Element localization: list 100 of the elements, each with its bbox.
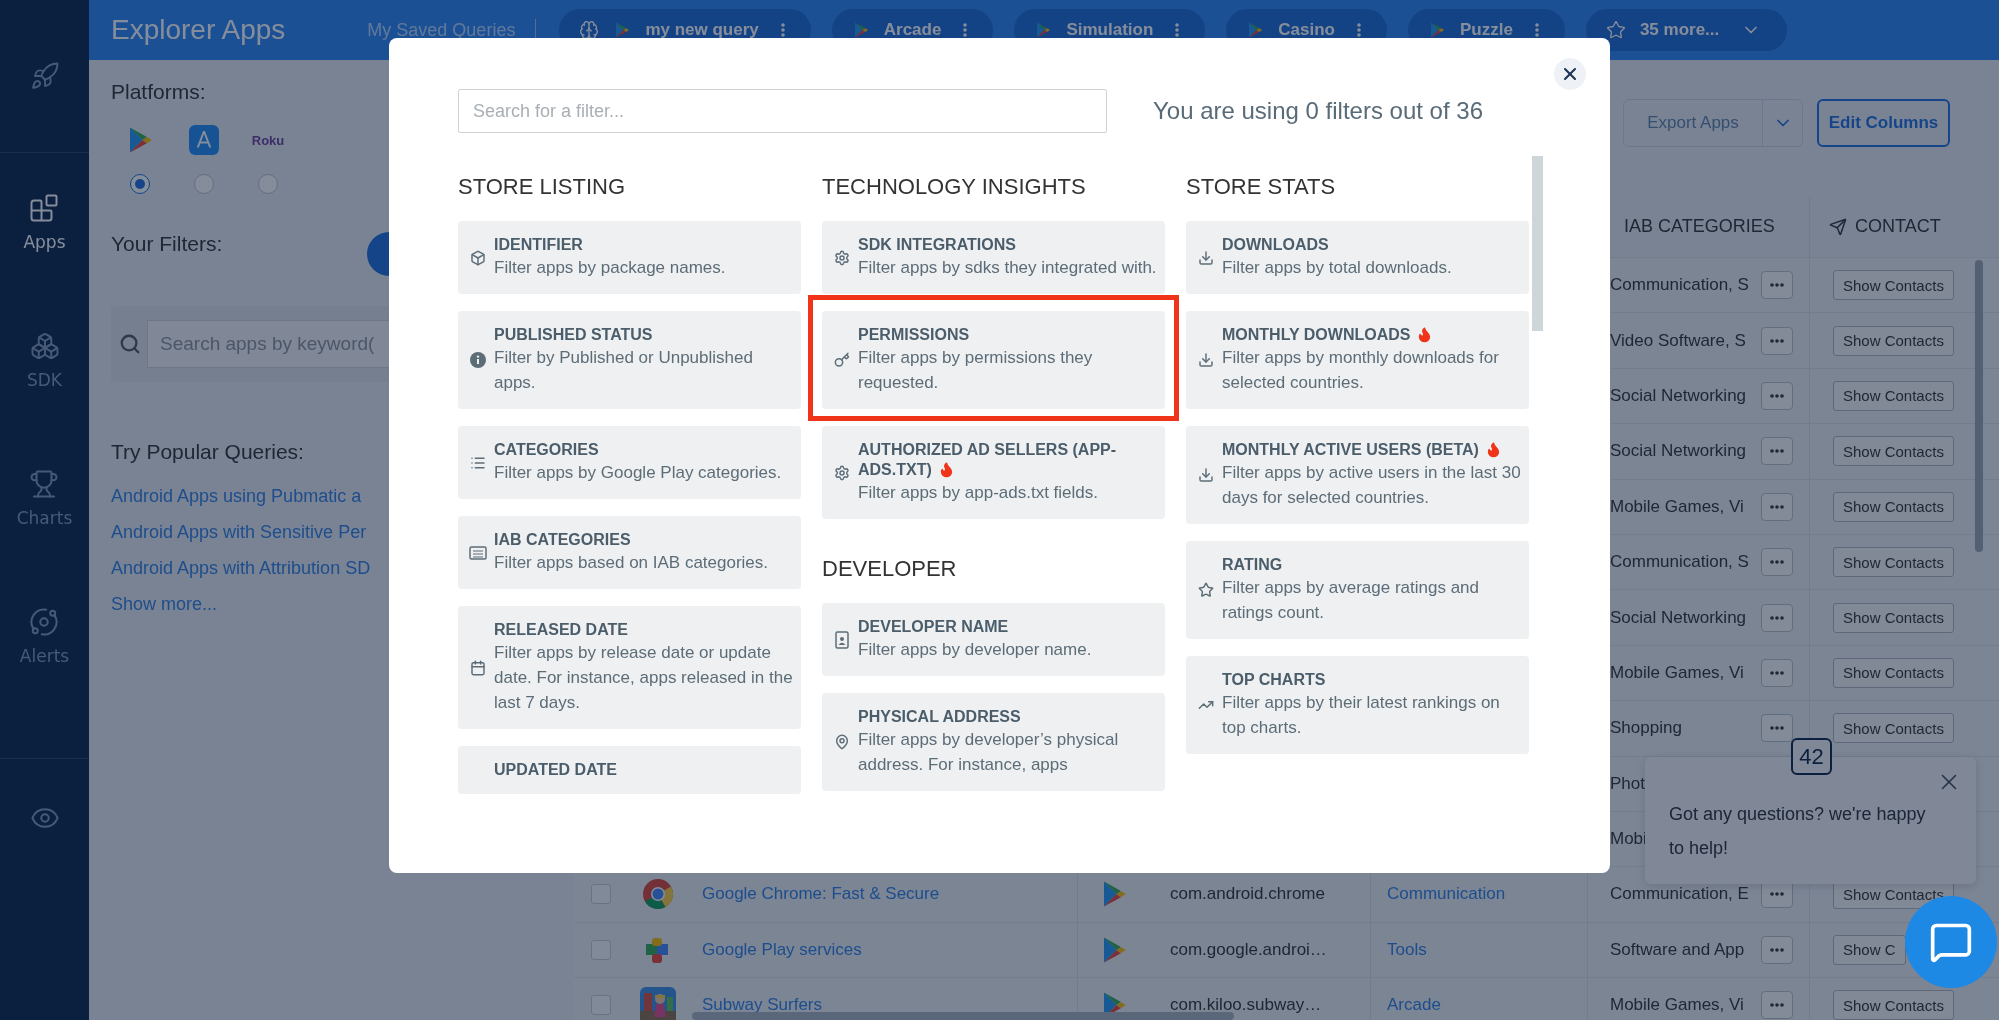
filter-card[interactable]: PUBLISHED STATUS Filter by Published or Unpublished apps. (458, 311, 801, 409)
checkbox[interactable] (591, 884, 611, 905)
more-button[interactable] (1761, 658, 1793, 687)
gear-icon (834, 249, 850, 266)
filter-card[interactable]: DEVELOPER NAME Filter apps by developer name. (822, 603, 1165, 676)
app-name-link[interactable]: Google Chrome: Fast & Secure (702, 884, 940, 905)
show-contacts-button[interactable]: Show Contacts (1833, 602, 1954, 633)
checkbox[interactable] (591, 995, 611, 1016)
more-button[interactable] (1761, 326, 1793, 355)
show-contacts-button[interactable]: Show Contacts (1833, 270, 1954, 301)
google-play-icon (1428, 21, 1446, 39)
ellipsis-icon (1770, 504, 1784, 509)
table-cell: Software and App (1610, 939, 1745, 960)
more-button[interactable] (1761, 381, 1793, 410)
filter-card[interactable]: CATEGORIES Filter apps by Google Play categories. (458, 426, 801, 499)
show-contacts-button[interactable]: Show Contacts (1833, 713, 1954, 744)
filter-description: Filter apps by release date or update date. For instance, apps released in the last 7 days. (494, 642, 793, 714)
filter-description: Filter apps by permissions they requested. (858, 347, 1094, 394)
filter-title: RELEASED DATE (494, 621, 628, 638)
filter-description: Filter apps by app-ads.txt fields. (858, 482, 1099, 504)
more-button[interactable] (1761, 437, 1793, 466)
filter-description: Filter apps by developer name. (858, 639, 1092, 661)
filter-description: Filter apps by their latest rankings on top charts. (1222, 692, 1501, 739)
filter-card[interactable]: IDENTIFIER Filter apps by package names. (458, 221, 801, 294)
ellipsis-icon (1770, 947, 1784, 952)
blocks-icon (29, 193, 60, 223)
query-link[interactable]: Android Apps using Pubmatic a (111, 478, 362, 514)
category-link[interactable]: Arcade (1387, 995, 1441, 1016)
app-name-link[interactable]: Subway Surfers (702, 995, 822, 1016)
filter-card[interactable]: PHYSICAL ADDRESS Filter apps by developer’s physical address. For instance, apps (822, 693, 1165, 791)
category-link[interactable]: Tools (1387, 939, 1427, 960)
filter-title: MONTHLY DOWNLOADS (1222, 326, 1411, 343)
notification-badge: 42 (1791, 738, 1832, 775)
more-button[interactable] (1761, 935, 1793, 964)
filter-card[interactable]: DOWNLOADS Filter apps by total downloads. (1186, 221, 1529, 294)
show-contacts-button[interactable]: Show Contacts (1833, 380, 1954, 411)
star-icon (1198, 582, 1214, 598)
radio-button[interactable] (194, 174, 214, 194)
filter-title: SDK INTEGRATIONS (858, 236, 1016, 253)
filter-card[interactable]: RELEASED DATE Filter apps by release date or update date. For instance, apps released in the last 7 days. (458, 606, 801, 729)
column-header: CONTACT (1855, 216, 1941, 237)
show-contacts-button[interactable]: Show Contacts (1833, 547, 1954, 578)
filter-card[interactable]: AUTHORIZED AD SELLERS (APP-ADS.TXT) Filter apps by app-ads.txt fields. (822, 426, 1165, 519)
download-icon (1198, 467, 1214, 483)
show-contacts-button[interactable]: Show Contacts (1833, 436, 1954, 467)
ellipsis-icon (1770, 615, 1784, 620)
download-icon (1198, 352, 1214, 368)
more-button[interactable] (1761, 548, 1793, 577)
filter-card[interactable]: SDK INTEGRATIONS Filter apps by sdks they integrated with. (822, 221, 1165, 294)
ellipsis-icon (1770, 449, 1784, 454)
filter-search-field[interactable]: Search for a filter... (458, 89, 1107, 133)
list-card-icon (469, 544, 487, 561)
radio-button[interactable] (130, 174, 150, 194)
sidebar-item[interactable]: Charts (16, 429, 73, 567)
table-cell: Mobile Games, Vi (1610, 995, 1744, 1016)
filter-card[interactable]: MONTHLY ACTIVE USERS (BETA) Filter apps by active users in the last 30 days for selected countries. (1186, 426, 1529, 524)
table-cell: Social Networking (1610, 607, 1747, 628)
more-button[interactable] (1761, 991, 1793, 1020)
app-name-link[interactable]: Google Play services (702, 939, 862, 960)
filter-title: RATING (1222, 556, 1283, 573)
category-link[interactable]: Communication (1387, 884, 1506, 905)
show-contacts-button[interactable]: Show Contacts (1833, 657, 1954, 688)
sidebar-item[interactable]: Apps (23, 153, 66, 291)
filter-card[interactable]: TOP CHARTS Filter apps by their latest rankings on top charts. (1186, 656, 1529, 754)
platforms-label: Platforms: (111, 80, 206, 104)
edit-columns-button[interactable]: Edit Columns (1817, 99, 1950, 147)
more-button[interactable] (1761, 271, 1793, 300)
filter-card[interactable]: RATING Filter apps by average ratings and ratings count. (1186, 541, 1529, 639)
send-icon (1829, 217, 1847, 236)
checkbox[interactable] (591, 939, 611, 960)
more-button[interactable] (1761, 603, 1793, 632)
query-link[interactable]: Android Apps with Attribution SD (111, 550, 371, 586)
map-pin-icon (834, 734, 850, 750)
ellipsis-icon (1770, 393, 1784, 398)
filter-card[interactable]: MONTHLY DOWNLOADS Filter apps by monthly downloads for selected countries. (1186, 311, 1529, 409)
show-more-link[interactable]: Show more... (111, 586, 218, 622)
more-queries-pill[interactable]: 35 more... (1585, 9, 1788, 51)
sidebar-item[interactable]: Alerts (19, 567, 70, 705)
close-button[interactable] (1554, 58, 1586, 90)
radio-button[interactable] (258, 174, 278, 194)
filter-card[interactable]: UPDATED DATE (458, 746, 801, 794)
show-contacts-button[interactable]: Show Contacts (1833, 325, 1954, 356)
ellipsis-icon (1770, 560, 1784, 565)
more-button[interactable] (1761, 714, 1793, 743)
filter-card[interactable]: PERMISSIONS Filter apps by permissions they requested. (822, 311, 1165, 409)
rocket-icon[interactable] (29, 61, 60, 91)
app-title: Explorer Apps (111, 14, 286, 46)
table-cell: com.android.chrome (1170, 884, 1325, 905)
filters-label: Your Filters: (111, 232, 223, 256)
more-button[interactable] (1761, 492, 1793, 521)
filter-card[interactable]: IAB CATEGORIES Filter apps based on IAB categories. (458, 516, 801, 589)
filter-title: IAB CATEGORIES (494, 531, 631, 548)
show-contacts-button[interactable]: Show C (1833, 934, 1906, 965)
query-link[interactable]: Android Apps with Sensitive Per (111, 514, 367, 550)
download-icon (1198, 249, 1214, 266)
sidebar-item[interactable]: SDK (27, 291, 62, 429)
show-contacts-button[interactable]: Show Contacts (1833, 491, 1954, 522)
filter-description: Filter apps based on IAB categories. (494, 552, 769, 574)
section-heading: STORE LISTING (458, 173, 626, 199)
show-contacts-button[interactable]: Show Contacts (1833, 990, 1954, 1020)
